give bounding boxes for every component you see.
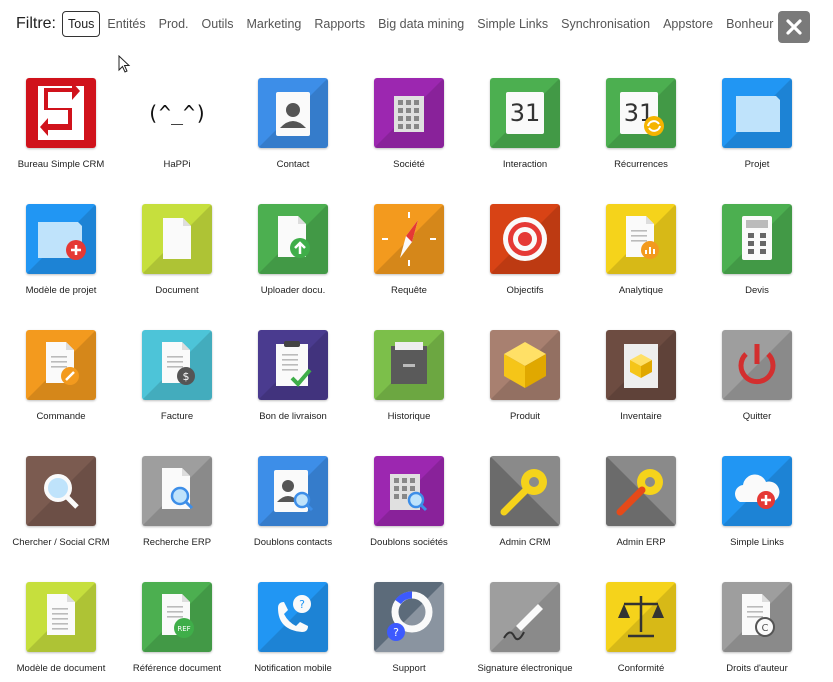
inventory-box-icon <box>606 330 676 400</box>
target-icon <box>490 204 560 274</box>
app-tile[interactable]: Modèle de projet <box>11 204 111 304</box>
app-tile[interactable]: Admin ERP <box>591 456 691 556</box>
app-label: Simple Links <box>730 537 784 548</box>
app-tile[interactable]: Simple Links <box>707 456 807 556</box>
document-ref-icon: REF <box>142 582 212 652</box>
app-tile[interactable]: Requête <box>359 204 459 304</box>
cube-icon <box>490 330 560 400</box>
app-tile[interactable]: Signature électronique <box>475 582 575 682</box>
simple-crm-logo-icon <box>26 78 96 148</box>
compass-icon <box>374 204 444 274</box>
app-tile[interactable]: Modèle de document <box>11 582 111 682</box>
app-tile[interactable]: Chercher / Social CRM <box>11 456 111 556</box>
document-copyright-icon: C <box>722 582 792 652</box>
app-tile[interactable]: C Droits d'auteur <box>707 582 807 682</box>
app-tile[interactable]: Bon de livraison <box>243 330 343 430</box>
archive-drawer-icon <box>374 330 444 400</box>
clipboard-check-icon <box>258 330 328 400</box>
app-tile[interactable]: REF Référence document <box>127 582 227 682</box>
power-icon <box>722 330 792 400</box>
app-tile[interactable]: Bureau Simple CRM <box>11 78 111 178</box>
app-tile[interactable]: Inventaire <box>591 330 691 430</box>
signature-pen-icon <box>490 582 560 652</box>
app-label: Devis <box>745 285 769 296</box>
folder-add-icon <box>26 204 96 274</box>
app-label: Quitter <box>742 411 772 422</box>
document-search-icon <box>142 456 212 526</box>
document-pen-icon <box>26 330 96 400</box>
app-tile[interactable]: 31 Récurrences <box>591 78 691 178</box>
app-tile[interactable]: ? Support <box>359 582 459 682</box>
calculator-icon <box>722 204 792 274</box>
svg-text:?: ? <box>299 598 305 611</box>
app-label: Projet <box>744 159 770 170</box>
building-search-icon <box>374 456 444 526</box>
phone-help-icon: ? <box>258 582 328 652</box>
scales-icon <box>606 582 676 652</box>
app-tile[interactable]: Contact <box>243 78 343 178</box>
calendar-icon: 31 <box>490 78 560 148</box>
building-icon <box>374 78 444 148</box>
app-label: Droits d'auteur <box>726 663 788 674</box>
lifebuoy-help-icon: ? <box>374 582 444 652</box>
app-tile[interactable]: Société <box>359 78 459 178</box>
app-tile[interactable]: Objectifs <box>475 204 575 304</box>
svg-text:C: C <box>762 623 769 634</box>
svg-text:31: 31 <box>510 99 541 127</box>
document-chart-icon <box>606 204 676 274</box>
document-dollar-icon: $ <box>142 330 212 400</box>
app-tile[interactable]: Produit <box>475 330 575 430</box>
app-tile[interactable]: $ Facture <box>127 330 227 430</box>
wrench-gear-icon <box>490 456 560 526</box>
svg-text:?: ? <box>393 626 399 639</box>
wrench-gear-red-icon <box>606 456 676 526</box>
app-tile[interactable]: Devis <box>707 204 807 304</box>
app-tile[interactable]: Analytique <box>591 204 691 304</box>
app-tile[interactable]: Doublons contacts <box>243 456 343 556</box>
app-tile[interactable]: Conformité <box>591 582 691 682</box>
app-tile[interactable]: Document <box>127 204 227 304</box>
contact-card-icon <box>258 78 328 148</box>
app-tile[interactable]: Admin CRM <box>475 456 575 556</box>
contact-search-icon <box>258 456 328 526</box>
app-tile[interactable]: 31 Interaction <box>475 78 575 178</box>
folder-icon <box>722 78 792 148</box>
search-icon <box>26 456 96 526</box>
app-tile[interactable]: Quitter <box>707 330 807 430</box>
calendar-recurring-icon: 31 <box>606 78 676 148</box>
document-icon <box>142 204 212 274</box>
document-lines-icon <box>26 582 96 652</box>
app-tile[interactable]: Historique <box>359 330 459 430</box>
app-tile[interactable]: Projet <box>707 78 807 178</box>
app-tile[interactable]: Uploader docu. <box>243 204 343 304</box>
app-tile[interactable]: Recherche ERP <box>127 456 227 556</box>
cloud-add-icon <box>722 456 792 526</box>
app-tile[interactable]: (^_^) HaPPi <box>127 78 227 178</box>
svg-text:REF: REF <box>177 625 190 633</box>
app-tile[interactable]: ? Notification mobile <box>243 582 343 682</box>
svg-text:$: $ <box>183 370 190 383</box>
svg-text:(^_^): (^_^) <box>147 101 207 125</box>
document-upload-icon <box>258 204 328 274</box>
happi-face-icon: (^_^) <box>142 78 212 148</box>
app-tile[interactable]: Doublons sociétés <box>359 456 459 556</box>
app-tile[interactable]: Commande <box>11 330 111 430</box>
app-grid: Bureau Simple CRM (^_^) HaPPi Contact Sociét… <box>0 0 833 674</box>
